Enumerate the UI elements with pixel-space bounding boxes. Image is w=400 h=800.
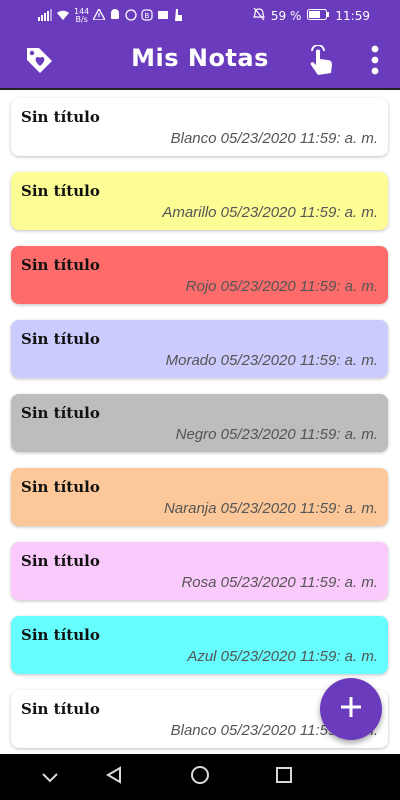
note-card[interactable]: Sin título Amarillo 05/23/2020 11:59: a.… <box>11 172 388 230</box>
note-title: Sin título <box>21 700 100 718</box>
chevron-down-icon <box>42 768 58 787</box>
note-card[interactable]: Sin título Rojo 05/23/2020 11:59: a. m. <box>11 246 388 304</box>
note-card[interactable]: Sin título Blanco 05/23/2020 11:59: a. m… <box>11 98 388 156</box>
status-left: 144 B/s B <box>38 8 183 24</box>
note-title: Sin título <box>21 256 100 274</box>
triangle-back-icon <box>105 766 123 788</box>
network-speed: 144 B/s <box>74 8 89 24</box>
note-meta: Negro 05/23/2020 11:59: a. m. <box>175 426 378 443</box>
note-card[interactable]: Sin título Azul 05/23/2020 11:59: a. m. <box>11 616 388 674</box>
note-meta: Azul 05/23/2020 11:59: a. m. <box>187 648 378 665</box>
signal-icon <box>38 8 52 24</box>
note-card[interactable]: Sin título Naranja 05/23/2020 11:59: a. … <box>11 468 388 526</box>
messenger-icon <box>125 8 137 24</box>
note-meta: Morado 05/23/2020 11:59: a. m. <box>165 352 378 369</box>
note-title: Sin título <box>21 626 100 644</box>
add-note-button[interactable] <box>320 678 382 740</box>
system-nav-bar <box>0 754 400 800</box>
touch-hand-icon[interactable] <box>306 44 336 78</box>
app-bar: Mis Notas <box>0 32 400 88</box>
warning-icon <box>92 7 107 23</box>
status-right: 59 % 11:59 <box>253 7 370 24</box>
status-time: 11:59 <box>335 9 370 23</box>
more-vert-icon[interactable] <box>362 44 388 76</box>
note-card[interactable]: Sin título Morado 05/23/2020 11:59: a. m… <box>11 320 388 378</box>
battery-icon <box>307 9 330 23</box>
note-title: Sin título <box>21 108 100 126</box>
mute-bell-icon <box>253 7 265 24</box>
nav-collapse-button[interactable] <box>35 762 65 792</box>
wifi-icon <box>56 9 70 24</box>
note-meta: Rosa 05/23/2020 11:59: a. m. <box>181 574 378 591</box>
note-title: Sin título <box>21 182 100 200</box>
nav-recents-button[interactable] <box>269 762 299 792</box>
nav-home-button[interactable] <box>185 762 215 792</box>
note-title: Sin título <box>21 478 100 496</box>
square-recents-icon <box>275 766 293 788</box>
battery-percent: 59 % <box>270 9 302 23</box>
circle-home-icon <box>190 765 210 789</box>
note-meta: Blanco 05/23/2020 11:59: a. m. <box>170 130 378 147</box>
plus-icon <box>340 696 362 722</box>
b-badge-icon: B <box>141 8 153 24</box>
news-icon <box>157 9 169 24</box>
hand-notification-icon <box>173 8 183 24</box>
notes-list[interactable]: Sin título Blanco 05/23/2020 11:59: a. m… <box>0 88 400 754</box>
note-meta: Rojo 05/23/2020 11:59: a. m. <box>185 278 378 295</box>
note-card[interactable]: Sin título Rosa 05/23/2020 11:59: a. m. <box>11 542 388 600</box>
note-meta: Naranja 05/23/2020 11:59: a. m. <box>163 500 378 517</box>
network-speed-unit: B/s <box>75 15 88 24</box>
android-icon <box>109 8 121 24</box>
note-title: Sin título <box>21 330 100 348</box>
svg-text:B: B <box>145 12 150 20</box>
note-meta: Amarillo 05/23/2020 11:59: a. m. <box>162 204 378 221</box>
app-title: Mis Notas <box>131 44 269 72</box>
note-title: Sin título <box>21 552 100 570</box>
note-card[interactable]: Sin título Negro 05/23/2020 11:59: a. m. <box>11 394 388 452</box>
nav-back-button[interactable] <box>99 762 129 792</box>
note-title: Sin título <box>21 404 100 422</box>
status-bar: 144 B/s B 59 % 11:59 <box>0 0 400 32</box>
